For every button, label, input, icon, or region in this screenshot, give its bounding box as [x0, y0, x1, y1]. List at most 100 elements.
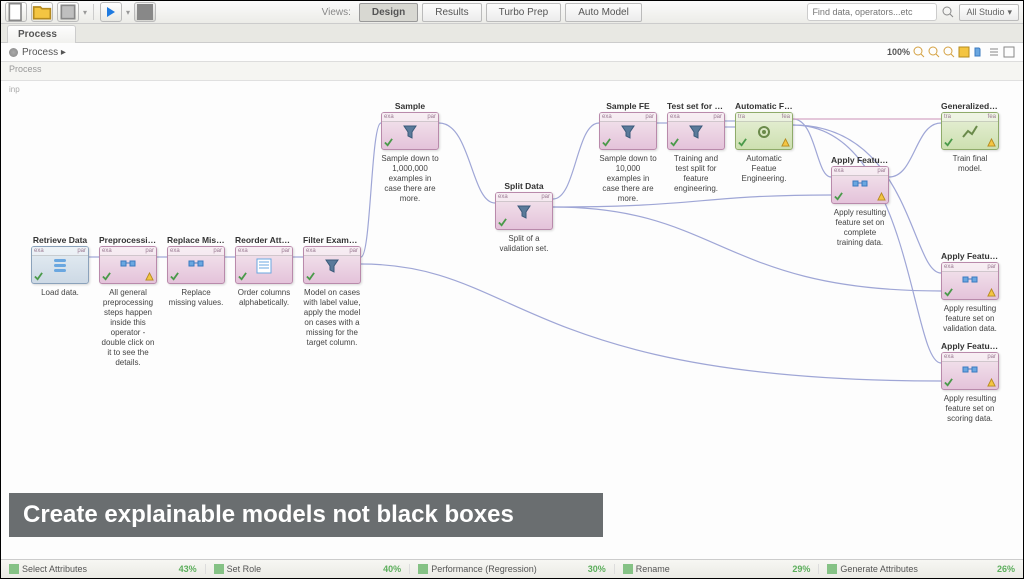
operator-box[interactable]: exapar [941, 352, 999, 390]
operator-autofe[interactable]: Automatic Feature E...trafeaAutomatic Fe… [735, 101, 793, 184]
export-icon[interactable] [973, 46, 985, 58]
process-tab[interactable]: Process [7, 25, 76, 43]
operator-title: Replace Missing Va... [167, 235, 225, 245]
view-automodel-tab[interactable]: Auto Model [565, 3, 642, 22]
status-item-3[interactable]: Rename29% [615, 564, 820, 574]
run-button[interactable] [100, 2, 122, 22]
check-icon [944, 138, 953, 147]
canvas-input-label: inp [9, 85, 20, 94]
operator-box[interactable]: exapar [495, 192, 553, 230]
operator-description: Apply resulting feature set on complete … [831, 208, 889, 248]
save-button[interactable] [57, 2, 79, 22]
open-folder-button[interactable] [31, 2, 53, 22]
operator-description: Split of a validation set. [495, 234, 553, 254]
breadcrumb[interactable]: Process ▸ [9, 47, 66, 58]
breadcrumb-bar: Process ▸ 100% [1, 43, 1023, 62]
warning-icon [987, 288, 996, 297]
operator-title: Sample FE [599, 101, 657, 111]
layout-icon[interactable] [958, 46, 970, 58]
status-item-0[interactable]: Select Attributes43% [1, 564, 206, 574]
operator-title: Generalized Linear ... [941, 101, 999, 111]
check-icon [384, 138, 393, 147]
operator-box[interactable]: exapar [167, 246, 225, 284]
operator-description: Load data. [31, 288, 89, 298]
warning-icon [877, 192, 886, 201]
stop-button[interactable] [134, 2, 156, 22]
warning-icon [781, 138, 790, 147]
operator-box[interactable]: exapar [599, 112, 657, 150]
zoom-percent: 100% [887, 47, 910, 57]
operator-apply2[interactable]: Apply Feature Set o...exaparApply result… [941, 251, 999, 334]
check-icon [102, 272, 111, 281]
operator-title: Test set for FE [667, 101, 725, 111]
new-file-button[interactable] [5, 2, 27, 22]
sub-breadcrumb: Process [1, 62, 1023, 81]
warning-icon [145, 272, 154, 281]
operator-description: Sample down to 10,000 examples in case t… [599, 154, 657, 204]
repository-dropdown[interactable]: All Studio▾ [959, 4, 1019, 21]
operator-box[interactable]: trafea [735, 112, 793, 150]
operator-replace[interactable]: Replace Missing Va...exapar Replace missi… [167, 235, 225, 308]
zoom-in-icon[interactable] [943, 46, 955, 58]
operator-description: Apply resulting feature set on scoring d… [941, 394, 999, 424]
operator-box[interactable]: exapar [303, 246, 361, 284]
check-icon [738, 138, 747, 147]
zoom-reset-icon[interactable] [928, 46, 940, 58]
operator-box[interactable]: exapar [941, 262, 999, 300]
operator-retrieve[interactable]: Retrieve Dataexapar Load data. [31, 235, 89, 298]
view-results-tab[interactable]: Results [422, 3, 481, 22]
operator-box[interactable]: exapar [31, 246, 89, 284]
operator-apply1[interactable]: Apply Feature Set o...exaparApply result… [831, 155, 889, 248]
operator-title: Sample [381, 101, 439, 111]
collapse-icon[interactable] [1003, 46, 1015, 58]
process-canvas[interactable]: inp Retrie [1, 81, 1023, 559]
zoom-out-icon[interactable] [913, 46, 925, 58]
main-toolbar: ▾ ▾ Views: Design Results Turbo Prep Aut… [1, 1, 1023, 24]
operator-box[interactable]: exapar [235, 246, 293, 284]
operator-title: Retrieve Data [31, 235, 89, 245]
operator-title: Split Data [495, 181, 553, 191]
operator-box[interactable]: trafea [941, 112, 999, 150]
operator-description: Model on cases with label value, apply t… [303, 288, 361, 348]
operator-title: Apply Feature Set o... [941, 251, 999, 261]
view-turboprep-tab[interactable]: Turbo Prep [486, 3, 562, 22]
operator-box[interactable]: exapar [99, 246, 157, 284]
views-switcher: Views: Design Results Turbo Prep Auto Mo… [160, 3, 803, 22]
operator-title: Reorder Attributes [235, 235, 293, 245]
operator-testset[interactable]: Test set for FEexaparTraining and test s… [667, 101, 725, 194]
operator-glm[interactable]: Generalized Linear ...trafea Train final … [941, 101, 999, 174]
operator-box[interactable]: exapar [667, 112, 725, 150]
operator-filter[interactable]: Filter Examplesexapar Model on cases with… [303, 235, 361, 348]
operator-apply3[interactable]: Apply Feature Set o...exaparApply result… [941, 341, 999, 424]
check-icon [34, 272, 43, 281]
check-icon [834, 192, 843, 201]
arrange-icon[interactable] [988, 46, 1000, 58]
search-input[interactable] [807, 3, 937, 21]
status-item-2[interactable]: Performance (Regression)30% [410, 564, 615, 574]
check-icon [170, 272, 179, 281]
status-item-1[interactable]: Set Role40% [206, 564, 411, 574]
search-icon[interactable] [941, 5, 955, 19]
operator-icon [827, 564, 837, 574]
operator-reorder[interactable]: Reorder AttributesexaparOrder columns al… [235, 235, 293, 308]
check-icon [306, 272, 315, 281]
zoom-toolbar: 100% [887, 46, 1015, 58]
operator-title: Filter Examples [303, 235, 361, 245]
view-design-tab[interactable]: Design [359, 3, 418, 22]
operator-box[interactable]: exapar [381, 112, 439, 150]
operator-description: Train final model. [941, 154, 999, 174]
operator-icon [418, 564, 428, 574]
operator-samplefe[interactable]: Sample FEexapar Sample down to 10,000 exa… [599, 101, 657, 204]
status-bar: Select Attributes43% Set Role40% Perform… [1, 559, 1023, 578]
check-icon [670, 138, 679, 147]
operator-icon [9, 564, 19, 574]
operator-split[interactable]: Split Dataexapar Split of a validation se… [495, 181, 553, 254]
warning-icon [987, 138, 996, 147]
operator-description: Replace missing values. [167, 288, 225, 308]
operator-description: Automatic Featue Engineering. [735, 154, 793, 184]
operator-box[interactable]: exapar [831, 166, 889, 204]
separator [93, 4, 94, 20]
status-item-4[interactable]: Generate Attributes26% [819, 564, 1023, 574]
operator-preproc[interactable]: PreprocessingexaparAll general preproces… [99, 235, 157, 368]
operator-sample[interactable]: SampleexaparSample down to 1,000,000 exa… [381, 101, 439, 204]
